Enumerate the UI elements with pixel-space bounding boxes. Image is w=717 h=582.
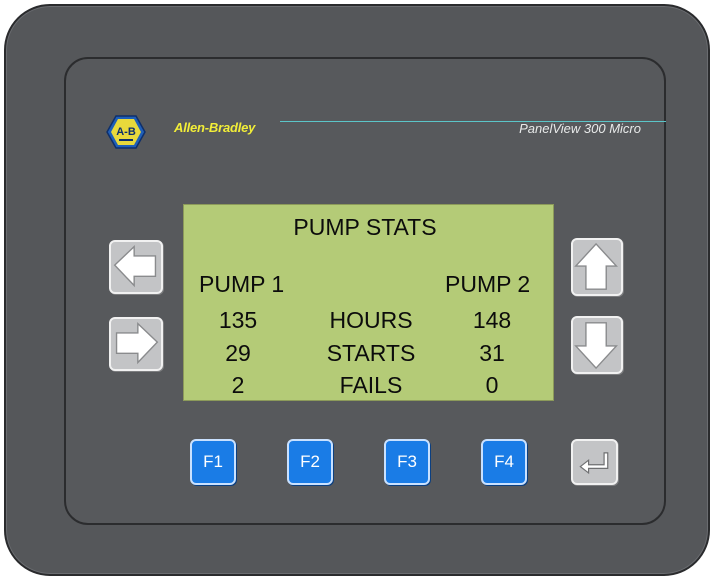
- f2-key[interactable]: F2: [287, 439, 333, 485]
- pump2-fails-value: 0: [485, 372, 499, 398]
- allen-bradley-logo: A-B: [106, 115, 146, 149]
- f4-key[interactable]: F4: [481, 439, 527, 485]
- enter-icon: [579, 452, 609, 475]
- pump2-header: PUMP 2: [445, 271, 531, 297]
- up-arrow-icon: [574, 242, 618, 290]
- pump2-hours-value: 148: [472, 307, 512, 333]
- starts-label: STARTS: [326, 340, 416, 366]
- brand-name: Allen-Bradley: [174, 120, 256, 135]
- enter-key[interactable]: [571, 439, 618, 485]
- pump2-starts-value: 31: [479, 340, 505, 366]
- pump1-hours-value: 135: [218, 307, 258, 333]
- up-arrow-key[interactable]: [571, 238, 623, 296]
- f1-key[interactable]: F1: [190, 439, 236, 485]
- f3-key[interactable]: F3: [384, 439, 430, 485]
- model-name: PanelView 300 Micro: [519, 121, 641, 136]
- screen-title: PUMP STATS: [293, 214, 437, 240]
- right-arrow-key[interactable]: [109, 317, 163, 371]
- pump1-starts-value: 29: [225, 340, 251, 366]
- hours-label: HOURS: [329, 307, 413, 333]
- down-arrow-key[interactable]: [571, 316, 623, 374]
- svg-text:A-B: A-B: [116, 126, 136, 138]
- pump1-fails-value: 2: [231, 372, 245, 398]
- pump1-header: PUMP 1: [199, 271, 285, 297]
- down-arrow-icon: [574, 322, 618, 370]
- right-arrow-icon: [115, 322, 159, 365]
- lcd-display: PUMP STATS PUMP 1 PUMP 2 135 HOURS 148 2…: [183, 204, 554, 401]
- left-arrow-key[interactable]: [109, 240, 163, 294]
- left-arrow-icon: [113, 245, 157, 288]
- fails-label: FAILS: [339, 372, 403, 398]
